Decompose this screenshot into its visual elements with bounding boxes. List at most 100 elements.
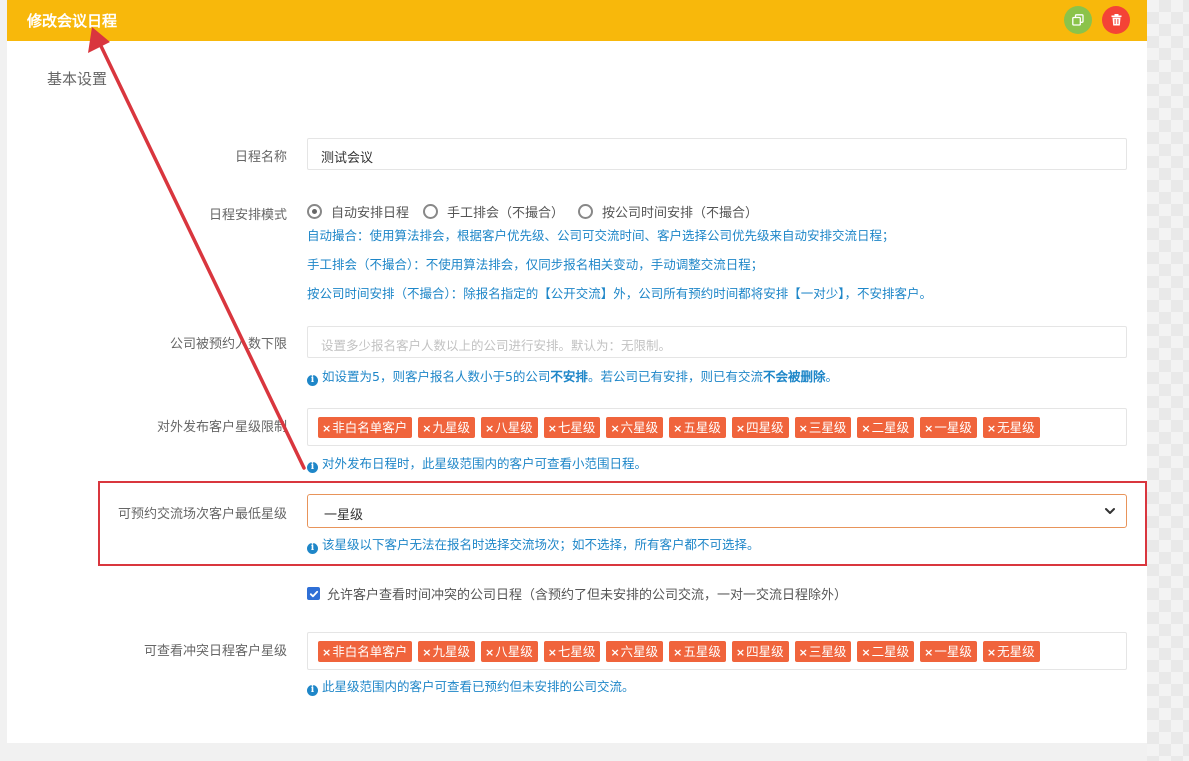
- min-booking-input[interactable]: 设置多少报名客户人数以上的公司进行安排。默认为：无限制。: [307, 326, 1127, 358]
- tag-label: 八星级: [495, 419, 533, 435]
- tag-remove[interactable]: ×五星级: [669, 416, 726, 438]
- conflict-checkbox-label: 允许客户查看时间冲突的公司日程（含预约了但未安排的公司交流，一对一交流日程除外）: [327, 588, 848, 603]
- remove-x-icon: ×: [484, 645, 495, 659]
- conflict-levels-label: 可查看冲突日程客户星级: [143, 644, 287, 659]
- tag-label: 二星级: [871, 419, 910, 435]
- help-text: 。若公司已有安排，则已有交流: [587, 369, 763, 384]
- tag-label: 四星级: [746, 419, 784, 435]
- edit-schedule-panel: 修改会议日程 基本设置 日程名称 测试会议 日程安排模式 自动安排日程 手工排会…: [7, 0, 1147, 743]
- min-star-help: i 该星级以下客户无法在报名时选择交流场次；如不选择，所有客户都不可选择。: [307, 534, 760, 554]
- tag-remove[interactable]: ×七星级: [543, 640, 601, 662]
- tag-label: 七星级: [557, 419, 596, 435]
- trash-icon: [1111, 14, 1121, 26]
- chevron-down-icon: [1105, 508, 1115, 514]
- tag-label: 非白名单客户: [332, 419, 408, 435]
- tag-label: 五星级: [683, 419, 721, 435]
- tag-remove[interactable]: ×一星级: [920, 640, 977, 662]
- tag-label: 三星级: [808, 419, 847, 435]
- radio-checked-icon: [307, 204, 322, 219]
- help-text: 如设置为5，则客户报名人数小于5的公司: [322, 369, 551, 384]
- radio-auto[interactable]: 自动安排日程: [307, 202, 409, 221]
- min-booking-placeholder: 设置多少报名客户人数以上的公司进行安排。默认为：无限制。: [321, 338, 672, 353]
- remove-x-icon: ×: [798, 421, 808, 435]
- help-text: 此星级范围内的客户可查看已预约但未安排的公司交流。: [322, 679, 635, 694]
- tag-remove[interactable]: ×二星级: [857, 640, 915, 662]
- tag-remove[interactable]: ×六星级: [606, 640, 664, 662]
- remove-x-icon: ×: [673, 421, 683, 435]
- remove-x-icon: ×: [924, 421, 934, 435]
- schedule-mode-label: 日程安排模式: [208, 208, 287, 223]
- tag-remove[interactable]: ×六星级: [606, 416, 664, 438]
- tag-label: 一星级: [934, 643, 972, 659]
- publish-levels-label: 对外发布客户星级限制: [156, 420, 287, 435]
- remove-x-icon: ×: [422, 645, 432, 659]
- tag-remove[interactable]: ×二星级: [857, 416, 915, 438]
- remove-x-icon: ×: [322, 421, 332, 435]
- radio-manual-label: 手工排会（不撮合）: [447, 206, 565, 221]
- tag-remove[interactable]: ×一星级: [920, 416, 977, 438]
- remove-x-icon: ×: [484, 421, 495, 435]
- schedule-name-value: 测试会议: [321, 151, 374, 166]
- remove-x-icon: ×: [986, 645, 997, 659]
- tag-remove[interactable]: ×七星级: [543, 416, 601, 438]
- conflict-checkbox-row: 允许客户查看时间冲突的公司日程（含预约了但未安排的公司交流，一对一交流日程除外）: [307, 584, 847, 603]
- tag-remove[interactable]: ×八星级: [480, 416, 538, 438]
- remove-x-icon: ×: [547, 645, 557, 659]
- tag-label: 九星级: [432, 419, 470, 435]
- min-star-selected-value: 一星级: [324, 508, 364, 523]
- tag-remove[interactable]: ×五星级: [669, 640, 726, 662]
- tag-remove[interactable]: ×四星级: [731, 416, 789, 438]
- publish-levels-help: i 对外发布日程时，此星级范围内的客户可查看小范围日程。: [307, 453, 647, 473]
- tag-remove[interactable]: ×九星级: [418, 416, 475, 438]
- remove-x-icon: ×: [735, 421, 746, 435]
- tag-label: 三星级: [808, 643, 847, 659]
- remove-x-icon: ×: [422, 421, 432, 435]
- schedule-name-input[interactable]: 测试会议: [307, 138, 1127, 170]
- schedule-name-label: 日程名称: [234, 150, 287, 165]
- info-icon: i: [307, 462, 318, 473]
- remove-x-icon: ×: [861, 645, 871, 659]
- tag-label: 无星级: [997, 419, 1035, 435]
- min-star-label: 可预约交流场次客户最低星级: [117, 507, 287, 522]
- tag-label: 非白名单客户: [332, 643, 408, 659]
- copy-icon: [1072, 14, 1084, 26]
- panel-header: 修改会议日程: [7, 0, 1147, 41]
- help-bold: 不安排: [550, 369, 588, 384]
- radio-manual[interactable]: 手工排会（不撮合）: [423, 202, 564, 221]
- tag-label: 七星级: [557, 643, 596, 659]
- tag-remove[interactable]: ×八星级: [480, 640, 538, 662]
- tag-label: 六星级: [620, 419, 659, 435]
- mode-help-auto: 自动撮合：使用算法排会，根据客户优先级、公司可交流时间、客户选择公司优先级来自动…: [307, 228, 895, 243]
- remove-x-icon: ×: [322, 645, 332, 659]
- tag-remove[interactable]: ×三星级: [794, 640, 852, 662]
- conflict-checkbox[interactable]: [307, 587, 320, 600]
- radio-company-time[interactable]: 按公司时间安排（不撮合）: [578, 202, 758, 221]
- min-booking-help: i 如设置为5，则客户报名人数小于5的公司不安排。若公司已有安排，则已有交流不会被…: [307, 366, 838, 386]
- conflict-levels-help: i 此星级范围内的客户可查看已预约但未安排的公司交流。: [307, 676, 635, 696]
- tag-remove[interactable]: ×非白名单客户: [318, 416, 413, 438]
- help-text: 该星级以下客户无法在报名时选择交流场次；如不选择，所有客户都不可选择。: [322, 537, 760, 552]
- checkmark-icon: [309, 590, 318, 597]
- remove-x-icon: ×: [861, 421, 871, 435]
- tag-remove[interactable]: ×四星级: [731, 640, 789, 662]
- copy-button[interactable]: [1064, 6, 1092, 34]
- radio-auto-label: 自动安排日程: [331, 206, 410, 221]
- min-star-select[interactable]: 一星级: [307, 494, 1127, 528]
- info-icon: i: [307, 375, 318, 386]
- min-booking-label: 公司被预约人数下限: [169, 337, 287, 352]
- info-icon: i: [307, 543, 318, 554]
- section-title: 基本设置: [47, 70, 108, 88]
- conflict-levels-tag-select[interactable]: ×非白名单客户 ×九星级 ×八星级 ×七星级 ×六星级 ×五星级 ×四星级 ×三…: [307, 632, 1127, 670]
- tag-remove[interactable]: ×九星级: [418, 640, 475, 662]
- tag-remove[interactable]: ×三星级: [794, 416, 852, 438]
- tag-remove[interactable]: ×无星级: [982, 640, 1040, 662]
- publish-levels-tag-select[interactable]: ×非白名单客户 ×九星级 ×八星级 ×七星级 ×六星级 ×五星级 ×四星级 ×三…: [307, 408, 1127, 446]
- transparent-background: [1147, 0, 1189, 761]
- help-text: 对外发布日程时，此星级范围内的客户可查看小范围日程。: [322, 456, 648, 471]
- info-icon: i: [307, 685, 318, 696]
- tag-label: 五星级: [683, 643, 721, 659]
- delete-button[interactable]: [1102, 6, 1130, 34]
- tag-remove[interactable]: ×无星级: [982, 416, 1040, 438]
- remove-x-icon: ×: [986, 421, 997, 435]
- tag-remove[interactable]: ×非白名单客户: [318, 640, 413, 662]
